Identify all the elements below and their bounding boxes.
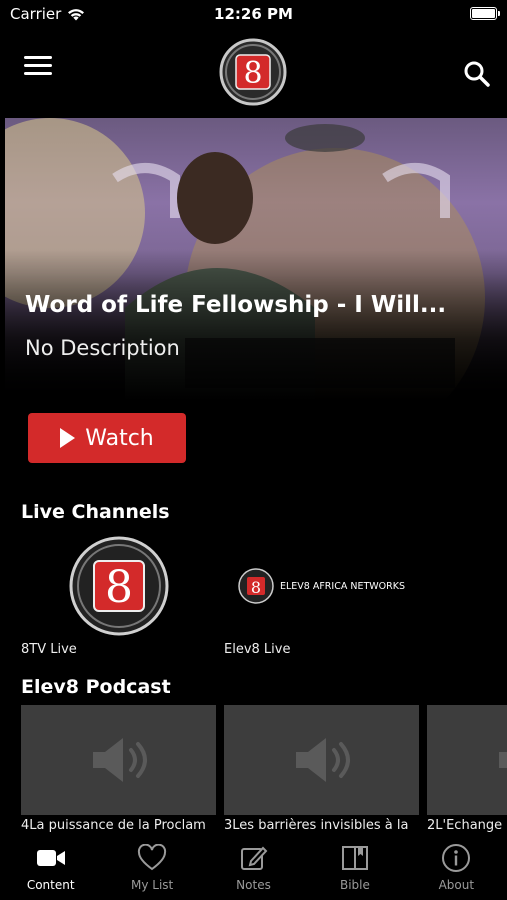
channel-label: 8TV Live	[21, 642, 77, 657]
hero-gradient	[5, 250, 507, 400]
speaker-icon	[498, 752, 507, 768]
search-icon	[464, 61, 490, 87]
tab-my-list[interactable]: My List	[101, 836, 202, 900]
podcast-title: 2L'Echange à	[427, 818, 507, 833]
speaker-icon	[295, 738, 350, 782]
watch-button-label: Watch	[85, 425, 154, 451]
watch-button[interactable]: Watch	[28, 413, 186, 463]
podcast-section-title: Elev8 Podcast	[21, 676, 171, 698]
elev8-banner: 8 ELEV8 AFRICA NETWORKS	[238, 568, 405, 604]
video-camera-icon	[36, 850, 65, 866]
channel-card-elev8[interactable]: 8 ELEV8 AFRICA NETWORKS Elev8 Live	[224, 536, 419, 657]
hamburger-icon-line	[24, 72, 52, 75]
channel-thumbnail: 8	[21, 536, 216, 636]
tab-notes[interactable]: Notes	[203, 836, 304, 900]
live-channels-title: Live Channels	[21, 501, 170, 523]
tab-label: Bible	[339, 878, 370, 892]
logo-text: 8	[243, 56, 262, 91]
podcast-title: 3Les barrières invisibles à la	[224, 818, 409, 833]
podcast-card[interactable]: 2L'Echange à	[427, 705, 507, 833]
book-icon	[341, 846, 368, 870]
featured-hero[interactable]: Word of Life Fellowship - I Will... No D…	[5, 118, 507, 400]
battery-icon	[470, 7, 500, 20]
tab-label: Content	[26, 878, 75, 892]
hamburger-icon-line	[24, 64, 52, 67]
elev8-logo-small: 8	[238, 568, 274, 604]
channel-label: Elev8 Live	[224, 642, 291, 657]
channel-thumbnail: 8 ELEV8 AFRICA NETWORKS	[224, 536, 419, 636]
svg-text:8: 8	[251, 578, 261, 597]
heart-icon	[138, 844, 167, 871]
tab-content[interactable]: Content	[0, 836, 101, 900]
podcast-title: 4La puissance de la Proclam	[21, 818, 206, 833]
elev8-logo: 8	[219, 38, 287, 106]
podcast-thumbnail	[427, 705, 507, 815]
podcast-thumbnail	[224, 705, 419, 815]
search-button[interactable]	[463, 60, 491, 88]
tab-about[interactable]: About	[406, 836, 507, 900]
speaker-icon	[92, 738, 147, 782]
tab-bar: Content My List Notes Bible About	[0, 836, 507, 900]
podcast-card[interactable]: 4La puissance de la Proclam	[21, 705, 216, 833]
info-icon	[442, 844, 471, 872]
status-bar: Carrier 12:26 PM	[0, 0, 507, 32]
play-icon	[60, 428, 76, 448]
elev8-banner-text: ELEV8 AFRICA NETWORKS	[279, 580, 406, 592]
hamburger-icon-line	[24, 56, 52, 59]
channel-card-8tv[interactable]: 8 8TV Live	[21, 536, 216, 657]
svg-text:8: 8	[105, 562, 133, 613]
status-time: 12:26 PM	[214, 5, 293, 23]
tab-bible[interactable]: Bible	[304, 836, 405, 900]
tab-label: My List	[130, 878, 174, 892]
tab-label: About	[438, 878, 475, 892]
podcast-carousel[interactable]: 4La puissance de la Proclam 3Les barrièr…	[21, 705, 507, 833]
edit-icon	[240, 846, 267, 870]
menu-button[interactable]	[24, 56, 52, 78]
tab-label: Notes	[236, 878, 271, 892]
hero-description: No Description	[25, 336, 180, 360]
hero-title: Word of Life Fellowship - I Will...	[25, 292, 447, 318]
podcast-card[interactable]: 3Les barrières invisibles à la	[224, 705, 419, 833]
app-header: 8	[0, 32, 507, 114]
podcast-thumbnail	[21, 705, 216, 815]
8tv-logo: 8	[69, 536, 168, 636]
